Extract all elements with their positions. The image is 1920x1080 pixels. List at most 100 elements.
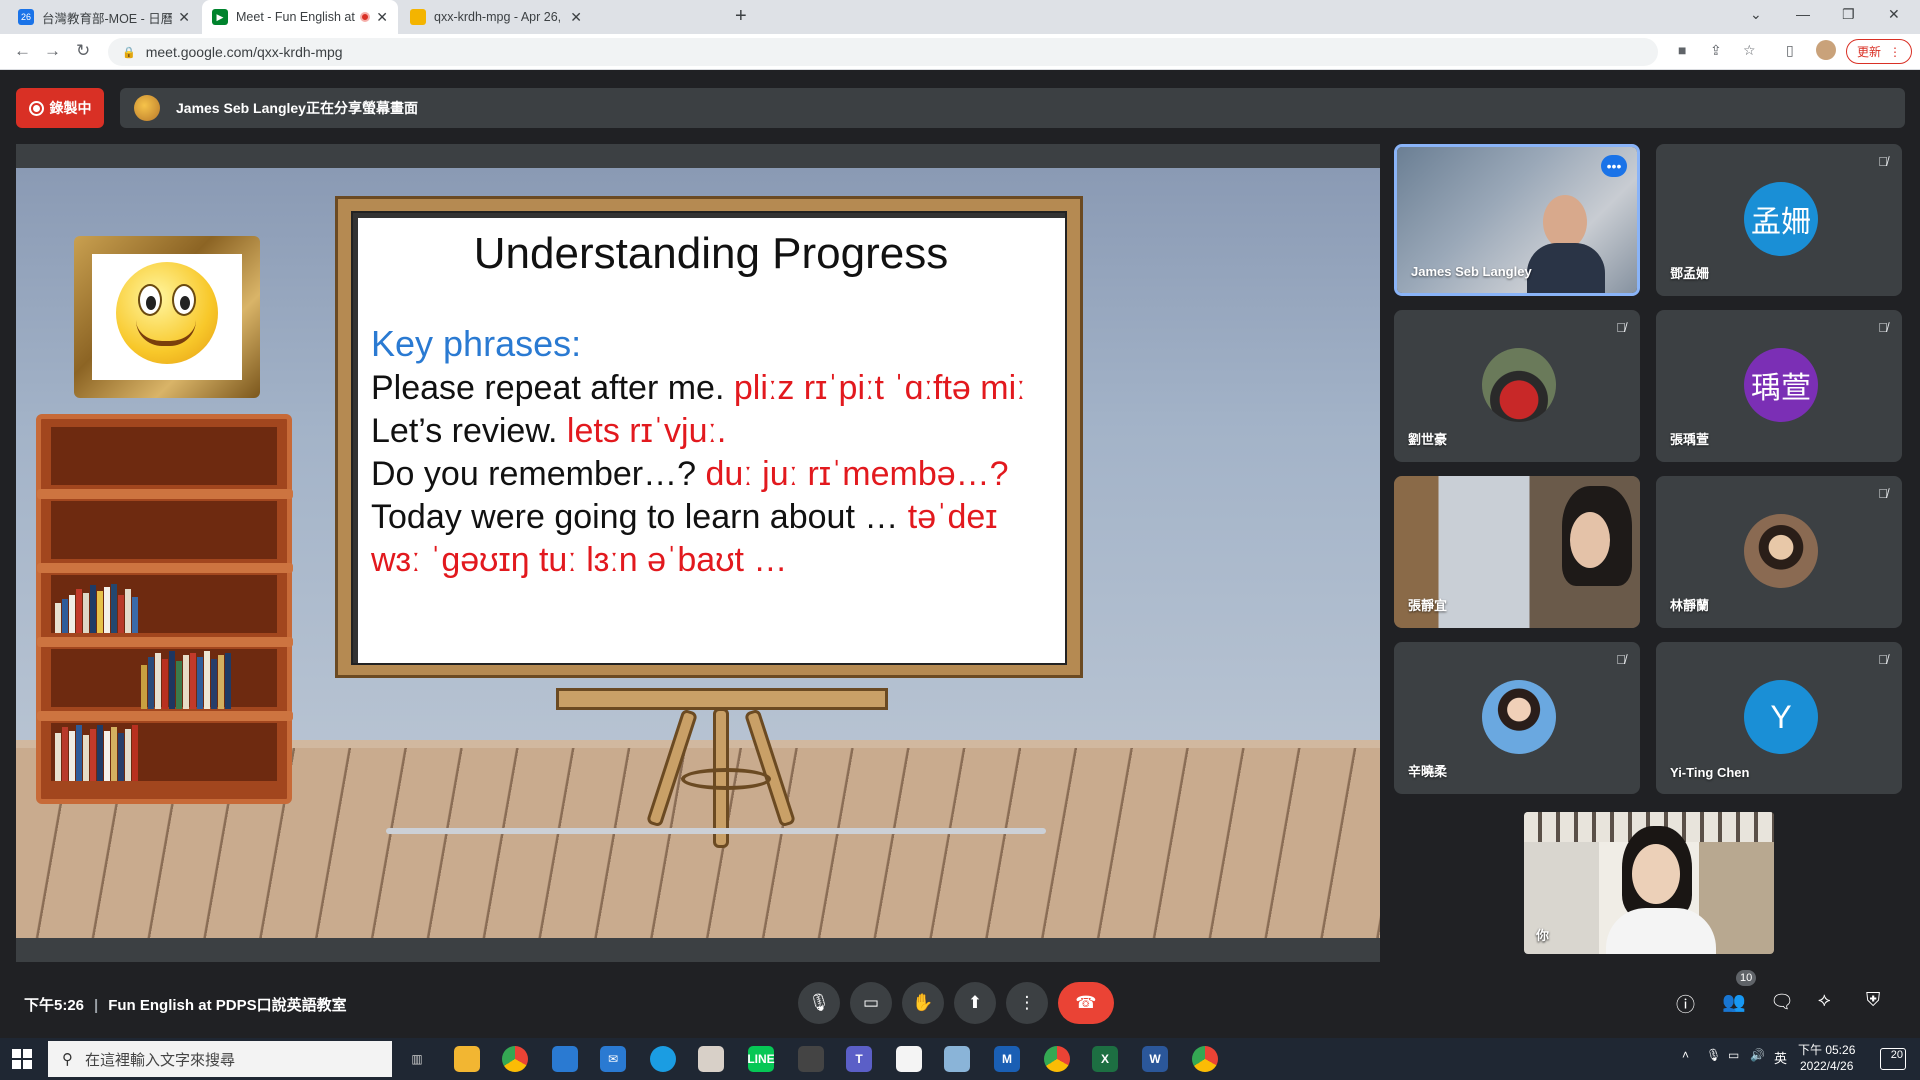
participant-tile-shi-hao[interactable]: 🎙̸ 劉世豪 — [1394, 310, 1640, 462]
phrase-line: Today were going to learn about … təˈdeɪ — [371, 498, 998, 536]
meeting-time: 下午5:26 — [24, 997, 85, 1014]
ime-indicator[interactable]: 英 — [1774, 1048, 1787, 1067]
tab-calendar[interactable]: 26 台灣教育部-MOE - 日曆 - 2022年 ✕ — [8, 0, 200, 34]
shared-screen: Understanding Progress Key phrases: Plea… — [16, 144, 1380, 962]
recording-badge[interactable]: 錄製中 — [16, 88, 104, 128]
close-window-button[interactable]: ✕ — [1888, 6, 1900, 23]
volume-icon[interactable]: 🔊 — [1750, 1048, 1765, 1062]
taskbar-clock[interactable]: 下午 05:26 2022/4/26 — [1798, 1042, 1855, 1074]
participant-tile-meng-shan[interactable]: 🎙̸ 孟姍 鄧孟姍 — [1656, 144, 1902, 296]
recording-label: 錄製中 — [49, 100, 92, 116]
chat-icon[interactable]: 🗨 — [1770, 990, 1794, 1014]
avatar: 孟姍 — [1744, 182, 1818, 256]
chrome-icon[interactable] — [1192, 1046, 1218, 1072]
maximize-button[interactable]: ❐ — [1842, 6, 1855, 23]
slide: Understanding Progress Key phrases: Plea… — [16, 168, 1380, 938]
people-icon[interactable]: 👥 — [1722, 990, 1746, 1014]
url-field[interactable]: 🔒 meet.google.com/qxx-krdh-mpg — [108, 38, 1658, 66]
mic-tray-icon[interactable]: 🎙 — [1706, 1048, 1721, 1062]
meet-window: 錄製中 James Seb Langley正在分享螢幕畫面 Understand… — [0, 70, 1920, 1038]
mic-off-icon: 🎙̸ — [1878, 154, 1888, 169]
leave-call-button[interactable]: ☎ — [1058, 982, 1114, 1024]
forward-icon[interactable]: → — [44, 41, 61, 61]
excel-icon[interactable]: X — [1092, 1046, 1118, 1072]
more-vert-icon: ⋮ — [1018, 993, 1036, 1012]
raise-hand-button[interactable]: ✋ — [902, 982, 944, 1024]
participant-tile-yi-ting[interactable]: 🎙̸ Y Yi-Ting Chen — [1656, 642, 1902, 794]
minimize-button[interactable]: — — [1796, 6, 1810, 22]
line-icon[interactable]: LINE — [747, 1046, 775, 1072]
presenter-avatar — [134, 95, 160, 121]
activities-icon[interactable]: ⟡ — [1818, 990, 1831, 1012]
camera-icon[interactable]: ■ — [1678, 42, 1686, 58]
host-controls-icon[interactable]: ⛨ — [1866, 990, 1880, 1012]
participant-tile-xiao-rou[interactable]: 🎙̸ 辛曉柔 — [1394, 642, 1640, 794]
close-tab-icon[interactable]: ✕ — [178, 9, 190, 26]
app-icon[interactable] — [944, 1046, 970, 1072]
store-icon[interactable] — [552, 1046, 578, 1072]
network-icon[interactable]: ▭ — [1728, 1048, 1739, 1062]
hand-icon: ✋ — [912, 993, 934, 1012]
profile-avatar[interactable] — [1816, 40, 1836, 60]
mail-icon[interactable]: ✉ — [600, 1046, 626, 1072]
back-icon[interactable]: ← — [14, 41, 31, 61]
participant-count-badge: 10 — [1736, 970, 1757, 986]
microphone-icon: 🎙 — [808, 993, 830, 1012]
calendar-icon: 26 — [18, 9, 34, 25]
tab-slides[interactable]: qxx-krdh-mpg - Apr 26, 2022 - ✕ — [400, 0, 592, 34]
mic-off-icon: 🎙̸ — [1878, 320, 1888, 335]
more-options-button[interactable]: ⋮ — [1006, 982, 1048, 1024]
self-view[interactable]: 你 — [1524, 812, 1774, 954]
tab-meet[interactable]: ▶ Meet - Fun English at PDPS ✕ — [202, 0, 398, 34]
close-tab-icon[interactable]: ✕ — [376, 9, 388, 26]
update-label: 更新 — [1856, 45, 1881, 59]
picture-frame — [74, 236, 260, 398]
camera-button[interactable]: ▭ — [850, 982, 892, 1024]
meeting-details-icon[interactable]: ⓘ — [1676, 990, 1695, 1017]
microphone-button[interactable]: 🎙 — [798, 982, 840, 1024]
share-icon[interactable]: ⇪ — [1710, 42, 1722, 59]
new-tab-button[interactable]: + — [735, 5, 747, 28]
webcam-app-icon[interactable] — [798, 1046, 824, 1072]
address-bar: ← → ↻ 🔒 meet.google.com/qxx-krdh-mpg ■ ⇪… — [0, 34, 1920, 70]
update-button[interactable]: 更新 ⋮ — [1846, 39, 1912, 64]
more-options-icon[interactable]: ••• — [1601, 155, 1627, 177]
app-icon[interactable] — [698, 1046, 724, 1072]
phrase-line: Please repeat after me. pliːz rɪˈpiːt ˈɑ… — [371, 369, 1026, 407]
participant-tile-yu-xuan[interactable]: 🎙̸ 瑀萱 張瑀萱 — [1656, 310, 1902, 462]
participant-tile-james[interactable]: ••• James Seb Langley — [1394, 144, 1640, 296]
participant-tile-jing-yi[interactable]: 張靜宜 — [1394, 476, 1640, 628]
word-icon[interactable]: W — [1142, 1046, 1168, 1072]
app-icon[interactable]: M — [994, 1046, 1020, 1072]
tab-title: Meet - Fun English at PDPS — [236, 10, 356, 24]
participant-name: 林靜蘭 — [1670, 598, 1710, 613]
clock-time: 下午 05:26 — [1798, 1043, 1856, 1057]
meeting-info: 下午5:26 | Fun English at PDPS口說英語教室 — [24, 997, 347, 1014]
file-explorer-icon[interactable] — [454, 1046, 480, 1072]
meeting-controls-bar: 下午5:26 | Fun English at PDPS口說英語教室 🎙 ▭ ✋ ⬆… — [0, 968, 1920, 1038]
windows-start-icon[interactable] — [12, 1049, 32, 1069]
edge-icon[interactable] — [650, 1046, 676, 1072]
search-icon: ⚲ — [62, 1051, 73, 1068]
side-panel-icon[interactable]: ▯ — [1786, 42, 1794, 59]
participant-tile-jing-lan[interactable]: 🎙̸ 林靜蘭 — [1656, 476, 1902, 628]
present-button[interactable]: ⬆ — [954, 982, 996, 1024]
task-view-icon[interactable]: ▥ — [404, 1046, 430, 1072]
teams-icon[interactable]: T — [846, 1046, 872, 1072]
document-icon[interactable] — [896, 1046, 922, 1072]
show-hidden-icons[interactable]: ˄ — [1682, 1048, 1689, 1062]
taskbar-search[interactable]: ⚲ 在這裡輸入文字來搜尋 — [48, 1041, 392, 1077]
clock-date: 2022/4/26 — [1799, 1059, 1854, 1073]
tab-search-icon[interactable]: ⌄ — [1750, 6, 1762, 23]
bookmark-star-icon[interactable]: ☆ — [1743, 42, 1756, 59]
books — [141, 651, 232, 709]
notification-center-icon[interactable]: 20 — [1880, 1048, 1906, 1070]
phrase-line: wɜː ˈɡəʊɪŋ tuː lɜːn əˈbaʊt … — [371, 541, 788, 579]
reload-icon[interactable]: ↻ — [76, 41, 90, 61]
chrome-icon[interactable] — [502, 1046, 528, 1072]
chrome-icon[interactable] — [1044, 1046, 1070, 1072]
close-tab-icon[interactable]: ✕ — [570, 9, 582, 26]
smiley-face-icon — [116, 262, 218, 364]
books — [55, 584, 139, 633]
slide-title: Understanding Progress — [473, 229, 949, 278]
